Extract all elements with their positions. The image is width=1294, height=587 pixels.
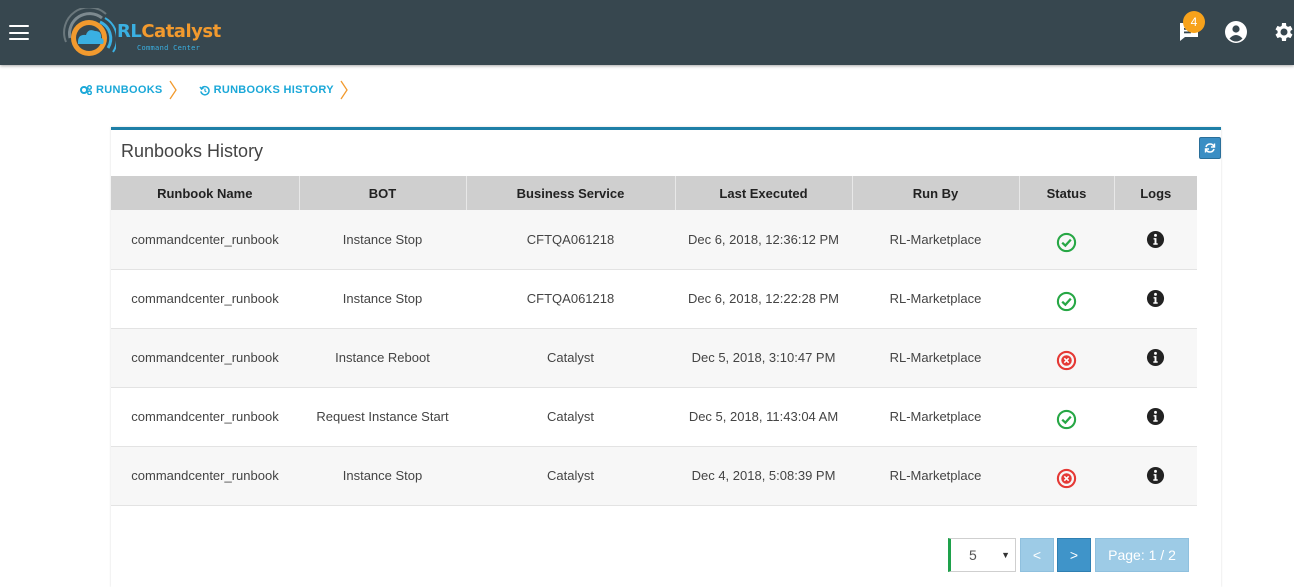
refresh-button[interactable] bbox=[1199, 137, 1221, 159]
cell-runbook-name: commandcenter_runbook bbox=[111, 269, 299, 329]
cell-last-executed: Dec 6, 2018, 12:22:28 PM bbox=[675, 269, 852, 329]
previous-page-button[interactable]: < bbox=[1020, 538, 1054, 572]
cell-logs bbox=[1114, 328, 1197, 388]
info-icon[interactable] bbox=[1146, 230, 1165, 249]
cell-runbook-name: commandcenter_runbook bbox=[111, 446, 299, 506]
cell-last-executed: Dec 6, 2018, 12:36:12 PM bbox=[675, 210, 852, 270]
table-row: commandcenter_runbook Request Instance S… bbox=[111, 387, 1197, 447]
cell-bot: Instance Stop bbox=[299, 269, 466, 329]
table-row: commandcenter_runbook Instance Reboot Ca… bbox=[111, 328, 1197, 388]
cell-business-service: Catalyst bbox=[466, 328, 675, 388]
success-check-icon bbox=[1056, 409, 1077, 430]
cell-bot: Instance Reboot bbox=[299, 328, 466, 388]
column-header-bot[interactable]: BOT bbox=[299, 176, 467, 210]
user-account-icon[interactable] bbox=[1224, 20, 1248, 44]
cell-run-by: RL-Marketplace bbox=[852, 210, 1019, 270]
refresh-icon bbox=[1204, 143, 1216, 153]
column-header-status[interactable]: Status bbox=[1019, 176, 1115, 210]
column-header-runbook-name[interactable]: Runbook Name bbox=[111, 176, 300, 210]
cell-last-executed: Dec 4, 2018, 5:08:39 PM bbox=[675, 446, 852, 506]
table-header-row: Runbook Name BOT Business Service Last E… bbox=[111, 176, 1197, 210]
table-row: commandcenter_runbook Instance Stop CFTQ… bbox=[111, 210, 1197, 270]
cell-run-by: RL-Marketplace bbox=[852, 328, 1019, 388]
cell-status bbox=[1019, 387, 1114, 447]
breadcrumb-label: RUNBOOKS HISTORY bbox=[213, 84, 334, 96]
column-header-business-service[interactable]: Business Service bbox=[466, 176, 676, 210]
info-icon[interactable] bbox=[1146, 289, 1165, 308]
top-navbar: RLCatalyst Command Center 4 bbox=[0, 0, 1294, 65]
cell-status bbox=[1019, 210, 1114, 270]
menu-icon[interactable] bbox=[9, 25, 29, 40]
info-icon[interactable] bbox=[1146, 466, 1165, 485]
cell-bot: Instance Stop bbox=[299, 446, 466, 506]
cogs-icon bbox=[80, 85, 92, 95]
rlcatalyst-logo[interactable]: RLCatalyst Command Center bbox=[62, 6, 221, 60]
cell-runbook-name: commandcenter_runbook bbox=[111, 387, 299, 447]
cell-last-executed: Dec 5, 2018, 3:10:47 PM bbox=[675, 328, 852, 388]
notification-badge[interactable]: 4 bbox=[1183, 11, 1205, 33]
table-row: commandcenter_runbook Instance Stop Cata… bbox=[111, 446, 1197, 506]
cell-logs bbox=[1114, 387, 1197, 447]
logo-title: RLCatalyst bbox=[117, 21, 221, 42]
info-icon[interactable] bbox=[1146, 407, 1165, 426]
settings-gear-icon[interactable] bbox=[1271, 20, 1294, 44]
column-header-last-executed[interactable]: Last Executed bbox=[675, 176, 853, 210]
breadcrumb-label: RUNBOOKS bbox=[96, 84, 163, 96]
cell-status bbox=[1019, 269, 1114, 329]
chevron-right-icon bbox=[340, 80, 348, 100]
failed-x-icon bbox=[1056, 468, 1077, 489]
cell-run-by: RL-Marketplace bbox=[852, 446, 1019, 506]
panel-title: Runbooks History bbox=[121, 141, 264, 161]
cell-status bbox=[1019, 446, 1114, 506]
cell-logs bbox=[1114, 269, 1197, 329]
cell-logs bbox=[1114, 446, 1197, 506]
logo-subtitle: Command Center bbox=[137, 44, 201, 52]
column-header-logs[interactable]: Logs bbox=[1114, 176, 1197, 210]
breadcrumb: RUNBOOKS RUNBOOKS HISTORY bbox=[80, 78, 370, 102]
cell-bot: Request Instance Start bbox=[299, 387, 466, 447]
caret-down-icon: ▼ bbox=[1001, 550, 1010, 560]
history-icon bbox=[198, 85, 210, 95]
chevron-right-icon bbox=[169, 80, 177, 100]
table-row: commandcenter_runbook Instance Stop CFTQ… bbox=[111, 269, 1197, 329]
cell-last-executed: Dec 5, 2018, 11:43:04 AM bbox=[675, 387, 852, 447]
page-info: Page: 1 / 2 bbox=[1095, 538, 1189, 572]
cell-bot: Instance Stop bbox=[299, 210, 466, 270]
cell-business-service: CFTQA061218 bbox=[466, 269, 675, 329]
breadcrumb-runbooks[interactable]: RUNBOOKS bbox=[80, 84, 163, 96]
page-size-select[interactable]: 5 ▼ bbox=[948, 538, 1016, 572]
logo-mark bbox=[63, 6, 118, 56]
runbooks-history-table: Runbook Name BOT Business Service Last E… bbox=[111, 176, 1197, 506]
cell-runbook-name: commandcenter_runbook bbox=[111, 210, 299, 270]
next-page-button[interactable]: > bbox=[1057, 538, 1091, 572]
cell-run-by: RL-Marketplace bbox=[852, 269, 1019, 329]
cell-business-service: Catalyst bbox=[466, 446, 675, 506]
info-icon[interactable] bbox=[1146, 348, 1165, 367]
cell-logs bbox=[1114, 210, 1197, 270]
failed-x-icon bbox=[1056, 350, 1077, 371]
page-size-value: 5 bbox=[969, 547, 977, 563]
success-check-icon bbox=[1056, 232, 1077, 252]
cell-run-by: RL-Marketplace bbox=[852, 387, 1019, 447]
cell-status bbox=[1019, 328, 1114, 388]
cell-business-service: Catalyst bbox=[466, 387, 675, 447]
column-header-run-by[interactable]: Run By bbox=[852, 176, 1020, 210]
success-check-icon bbox=[1056, 291, 1077, 312]
runbooks-history-panel: Runbooks History Runbook Name BOT Busine… bbox=[111, 127, 1221, 587]
breadcrumb-runbooks-history[interactable]: RUNBOOKS HISTORY bbox=[198, 84, 334, 96]
cell-business-service: CFTQA061218 bbox=[466, 210, 675, 270]
cell-runbook-name: commandcenter_runbook bbox=[111, 328, 299, 388]
